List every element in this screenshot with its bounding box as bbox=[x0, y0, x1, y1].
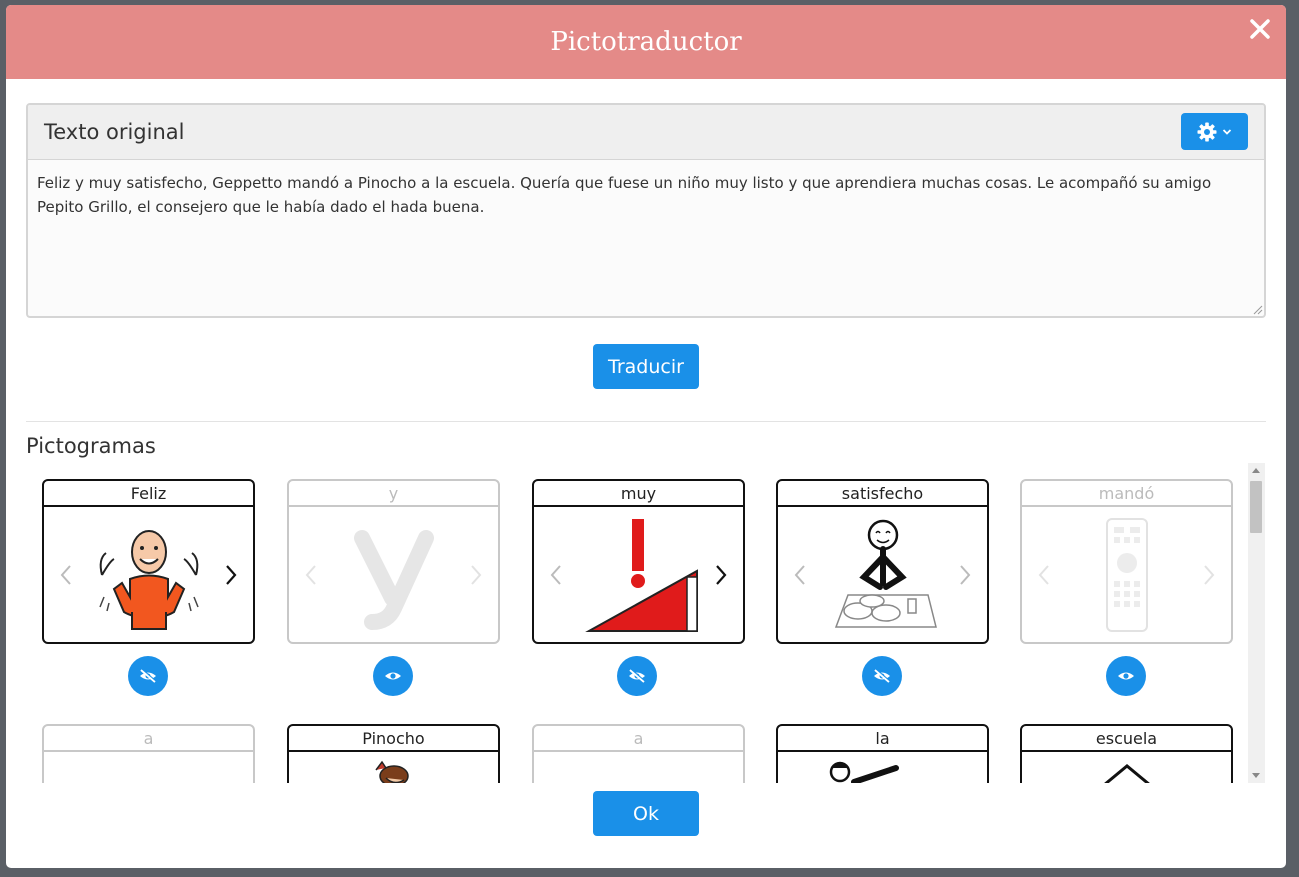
picto-image bbox=[534, 507, 743, 642]
picto-label: Feliz bbox=[44, 481, 253, 507]
chevron-left-icon[interactable] bbox=[548, 563, 564, 587]
pinocho-icon bbox=[374, 760, 409, 783]
school-icon bbox=[1103, 764, 1150, 783]
letter-y-icon bbox=[353, 529, 434, 630]
chevron-left-icon[interactable] bbox=[1036, 563, 1052, 587]
picto-card-a-2[interactable]: a bbox=[532, 724, 745, 783]
eye-slash-icon bbox=[629, 669, 646, 683]
chevron-right-icon[interactable] bbox=[468, 563, 484, 587]
chevron-right-icon[interactable] bbox=[957, 563, 973, 587]
picto-card-satisfecho[interactable]: satisfecho bbox=[776, 479, 989, 644]
picto-label: satisfecho bbox=[778, 481, 987, 507]
original-text-panel: Texto original Feliz y muy satisfecho, G… bbox=[26, 103, 1266, 318]
toggle-visibility-button[interactable] bbox=[1106, 656, 1146, 696]
picto-card-la[interactable]: la bbox=[776, 724, 989, 783]
picto-card-y[interactable]: y bbox=[287, 479, 500, 644]
picto-image bbox=[44, 507, 253, 642]
divider bbox=[26, 421, 1266, 422]
modal-header: Pictotraductor bbox=[6, 5, 1286, 79]
chevron-right-icon[interactable] bbox=[713, 563, 729, 587]
scroll-up-icon[interactable] bbox=[1252, 468, 1260, 473]
toggle-visibility-button[interactable] bbox=[862, 656, 902, 696]
pictotraductor-modal: Pictotraductor Texto original Feliz y mu… bbox=[6, 5, 1286, 868]
eye-slash-icon bbox=[140, 669, 157, 683]
chevron-right-icon[interactable] bbox=[223, 563, 239, 587]
picto-image bbox=[778, 507, 987, 642]
happy-person-icon bbox=[98, 530, 199, 630]
eye-slash-icon bbox=[874, 669, 891, 683]
picto-label: la bbox=[778, 726, 987, 752]
toggle-visibility-button[interactable] bbox=[128, 656, 168, 696]
picto-label: muy bbox=[534, 481, 743, 507]
scroll-thumb[interactable] bbox=[1250, 481, 1262, 533]
picto-image bbox=[1022, 752, 1231, 783]
picto-image bbox=[289, 507, 498, 642]
picto-card-escuela[interactable]: escuela bbox=[1020, 724, 1233, 783]
chevron-left-icon[interactable] bbox=[303, 563, 319, 587]
picto-image bbox=[1022, 507, 1231, 642]
woman-pointing-icon bbox=[829, 761, 899, 783]
translate-button[interactable]: Traducir bbox=[593, 344, 699, 389]
picto-label: mandó bbox=[1022, 481, 1231, 507]
panel-title: Texto original bbox=[44, 120, 185, 144]
chevron-right-icon[interactable] bbox=[1201, 563, 1217, 587]
picto-label: a bbox=[534, 726, 743, 752]
picto-label: escuela bbox=[1022, 726, 1231, 752]
picto-card-pinocho[interactable]: Pinocho bbox=[287, 724, 500, 783]
chevron-left-icon[interactable] bbox=[58, 563, 74, 587]
pictograms-grid: Feliz y muy satisfecho mandó a Pinocho a… bbox=[26, 463, 1266, 783]
pictograms-title: Pictogramas bbox=[26, 434, 156, 458]
chevron-down-icon bbox=[1222, 128, 1232, 135]
toggle-visibility-button[interactable] bbox=[617, 656, 657, 696]
gear-icon bbox=[1197, 122, 1217, 141]
close-icon[interactable] bbox=[1248, 17, 1272, 41]
eye-icon bbox=[385, 672, 401, 680]
picto-image bbox=[778, 752, 987, 783]
original-text-input[interactable]: Feliz y muy satisfecho, Geppetto mandó a… bbox=[28, 161, 1264, 316]
panel-header: Texto original bbox=[28, 105, 1264, 160]
satisfied-diner-icon bbox=[834, 519, 937, 628]
resize-handle-icon[interactable] bbox=[1253, 305, 1263, 315]
settings-dropdown-button[interactable] bbox=[1181, 113, 1248, 150]
scroll-down-icon[interactable] bbox=[1252, 773, 1260, 778]
remote-control-icon bbox=[1105, 517, 1148, 632]
picto-card-a[interactable]: a bbox=[42, 724, 255, 783]
eye-icon bbox=[1118, 672, 1134, 680]
modal-title: Pictotraductor bbox=[550, 27, 742, 57]
picto-card-mando[interactable]: mandó bbox=[1020, 479, 1233, 644]
picto-card-muy[interactable]: muy bbox=[532, 479, 745, 644]
picto-card-feliz[interactable]: Feliz bbox=[42, 479, 255, 644]
ok-button[interactable]: Ok bbox=[593, 791, 699, 836]
chevron-left-icon[interactable] bbox=[792, 563, 808, 587]
picto-label: y bbox=[289, 481, 498, 507]
picto-label: a bbox=[44, 726, 253, 752]
exclamation-ramp-icon bbox=[584, 518, 698, 632]
picto-image bbox=[289, 752, 498, 783]
toggle-visibility-button[interactable] bbox=[373, 656, 413, 696]
pictograms-scrollbar[interactable] bbox=[1248, 463, 1265, 783]
picto-label: Pinocho bbox=[289, 726, 498, 752]
